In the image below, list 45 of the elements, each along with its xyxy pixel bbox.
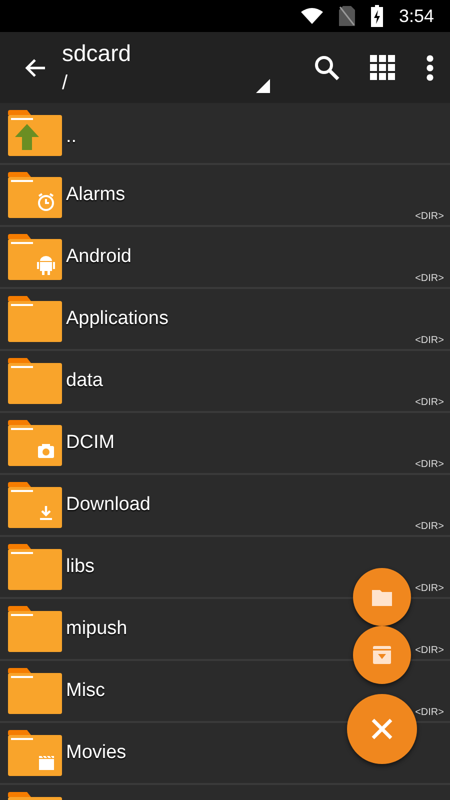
directory-label: <DIR>	[415, 708, 444, 718]
path-text: /	[62, 73, 68, 93]
file-name[interactable]: DCIM	[66, 428, 115, 458]
directory-label: <DIR>	[415, 212, 444, 222]
grid-view-icon[interactable]	[370, 54, 396, 80]
folder-title: sdcard	[62, 42, 132, 65]
file-name[interactable]: mipush	[66, 614, 128, 644]
file-name[interactable]: Alarms	[66, 180, 126, 210]
folder-icon	[8, 668, 62, 714]
folder-icon	[8, 358, 62, 404]
folder-icon	[372, 588, 392, 606]
file-name[interactable]: Download	[66, 490, 150, 520]
android-folder-icon	[8, 234, 62, 280]
folder-icon	[8, 296, 62, 342]
directory-label: <DIR>	[415, 584, 444, 594]
parent-folder-icon	[8, 110, 62, 156]
directory-label: <DIR>	[415, 522, 444, 532]
movie-folder-icon	[8, 730, 62, 776]
status-time: 3:54	[398, 4, 434, 28]
file-name[interactable]: Misc	[66, 676, 106, 706]
close-icon	[371, 718, 393, 740]
directory-label: <DIR>	[415, 398, 444, 408]
file-name[interactable]: Movies	[66, 738, 126, 768]
search-icon[interactable]	[314, 54, 340, 80]
wifi-icon	[300, 8, 323, 24]
dropdown-triangle-icon[interactable]	[256, 79, 270, 93]
camera-folder-icon	[8, 420, 62, 466]
directory-label: <DIR>	[415, 274, 444, 284]
file-name[interactable]: libs	[66, 552, 95, 582]
battery-charging-icon	[370, 5, 383, 27]
directory-label: <DIR>	[415, 646, 444, 656]
file-name[interactable]: Android	[66, 242, 132, 272]
directory-label: <DIR>	[415, 336, 444, 346]
file-name[interactable]: data	[66, 366, 103, 396]
back-button[interactable]	[24, 58, 46, 78]
download-folder-icon	[8, 482, 62, 528]
archive-icon	[373, 646, 391, 664]
folder-icon	[8, 544, 62, 590]
alarm-folder-icon	[8, 172, 62, 218]
directory-label: <DIR>	[415, 460, 444, 470]
file-name[interactable]: ..	[66, 122, 77, 152]
file-name[interactable]: Applications	[66, 304, 168, 334]
no-sim-icon	[338, 6, 355, 26]
folder-icon	[8, 606, 62, 652]
more-options-icon[interactable]	[426, 54, 434, 80]
